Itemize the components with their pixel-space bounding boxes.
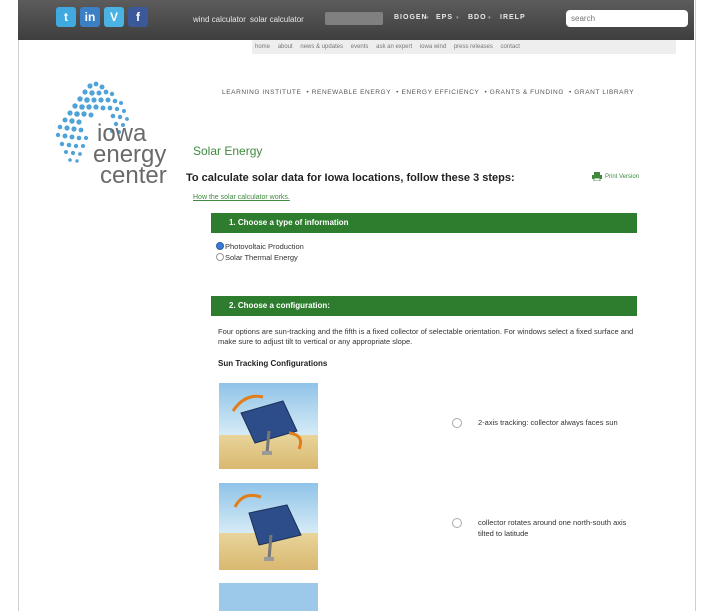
two-axis-tracking-label: 2-axis tracking: collector always faces …	[478, 418, 618, 427]
nav-learning-institute[interactable]: LEARNING INSTITUTE	[222, 89, 301, 96]
page-title: Solar Energy	[193, 144, 263, 158]
nav-grants-funding[interactable]: GRANTS & FUNDING	[490, 89, 564, 96]
logo-text-center: center	[100, 162, 167, 189]
subnav-news[interactable]: news & updates	[300, 40, 343, 54]
top-nav-separator: •	[488, 13, 491, 22]
top-pill-button[interactable]	[325, 12, 383, 25]
top-nav-separator: •	[426, 13, 429, 22]
subnav-iowa-wind[interactable]: iowa wind	[420, 40, 446, 54]
radio-two-axis-tracking[interactable]	[452, 418, 462, 428]
print-version-link[interactable]: Print Version	[605, 174, 639, 180]
search-input[interactable]	[566, 10, 688, 27]
subnav-events[interactable]: events	[351, 40, 369, 54]
step2-header: 2. Choose a configuration:	[211, 296, 637, 316]
two-axis-tracking-image	[219, 383, 318, 469]
subnav-contact[interactable]: contact	[501, 40, 520, 54]
twitter-icon[interactable]: t	[56, 7, 76, 27]
top-nav-biogen[interactable]: BIOGEN	[394, 14, 428, 21]
config-image-3	[219, 583, 318, 611]
option-photovoltaic[interactable]: Photovoltaic Production	[216, 242, 304, 251]
printer-icon[interactable]	[592, 172, 602, 181]
north-south-axis-label: collector rotates around one north-south…	[478, 518, 627, 538]
subnav-press[interactable]: press releases	[454, 40, 493, 54]
steps-heading: To calculate solar data for Iowa locatio…	[186, 172, 515, 184]
option-solar-thermal-label: Solar Thermal Energy	[225, 253, 298, 262]
top-nav-separator: •	[456, 13, 459, 22]
nav-grant-library[interactable]: GRANT LIBRARY	[574, 89, 634, 96]
subnav-about[interactable]: about	[278, 40, 293, 54]
facebook-icon[interactable]: f	[128, 7, 148, 27]
step1-header: 1. Choose a type of information	[211, 213, 637, 233]
nav-renewable-energy[interactable]: RENEWABLE ENERGY	[312, 89, 391, 96]
top-nav-bdo[interactable]: BDO	[468, 14, 487, 21]
main-nav: LEARNING INSTITUTE • RENEWABLE ENERGY • EN…	[222, 89, 635, 96]
top-nav-irelp[interactable]: IRELP	[500, 14, 526, 21]
north-south-axis-image	[219, 483, 318, 570]
nav-energy-efficiency[interactable]: ENERGY EFFICIENCY	[401, 89, 479, 96]
how-solar-calculator-works-link[interactable]: How the solar calculator works.	[193, 194, 290, 201]
option-photovoltaic-label: Photovoltaic Production	[225, 242, 304, 251]
option-solar-thermal[interactable]: Solar Thermal Energy	[216, 253, 298, 262]
top-bar: t in V f wind calculator solar calculato…	[18, 0, 694, 40]
radio-photovoltaic[interactable]	[216, 242, 224, 250]
subnav-ask-expert[interactable]: ask an expert	[376, 40, 412, 54]
top-nav-eps[interactable]: EPS	[436, 14, 453, 21]
radio-solar-thermal[interactable]	[216, 253, 224, 261]
sun-tracking-heading: Sun Tracking Configurations	[218, 359, 328, 368]
subnav-home[interactable]: home	[255, 40, 270, 54]
wind-calculator-link[interactable]: wind calculator	[193, 15, 246, 24]
vimeo-icon[interactable]: V	[104, 7, 124, 27]
radio-north-south-axis[interactable]	[452, 518, 462, 528]
linkedin-icon[interactable]: in	[80, 7, 100, 27]
configuration-description: Four options are sun-tracking and the fi…	[218, 327, 634, 346]
secondary-nav: home about news & updates events ask an …	[252, 40, 676, 54]
solar-calculator-link[interactable]: solar calculator	[250, 15, 304, 24]
